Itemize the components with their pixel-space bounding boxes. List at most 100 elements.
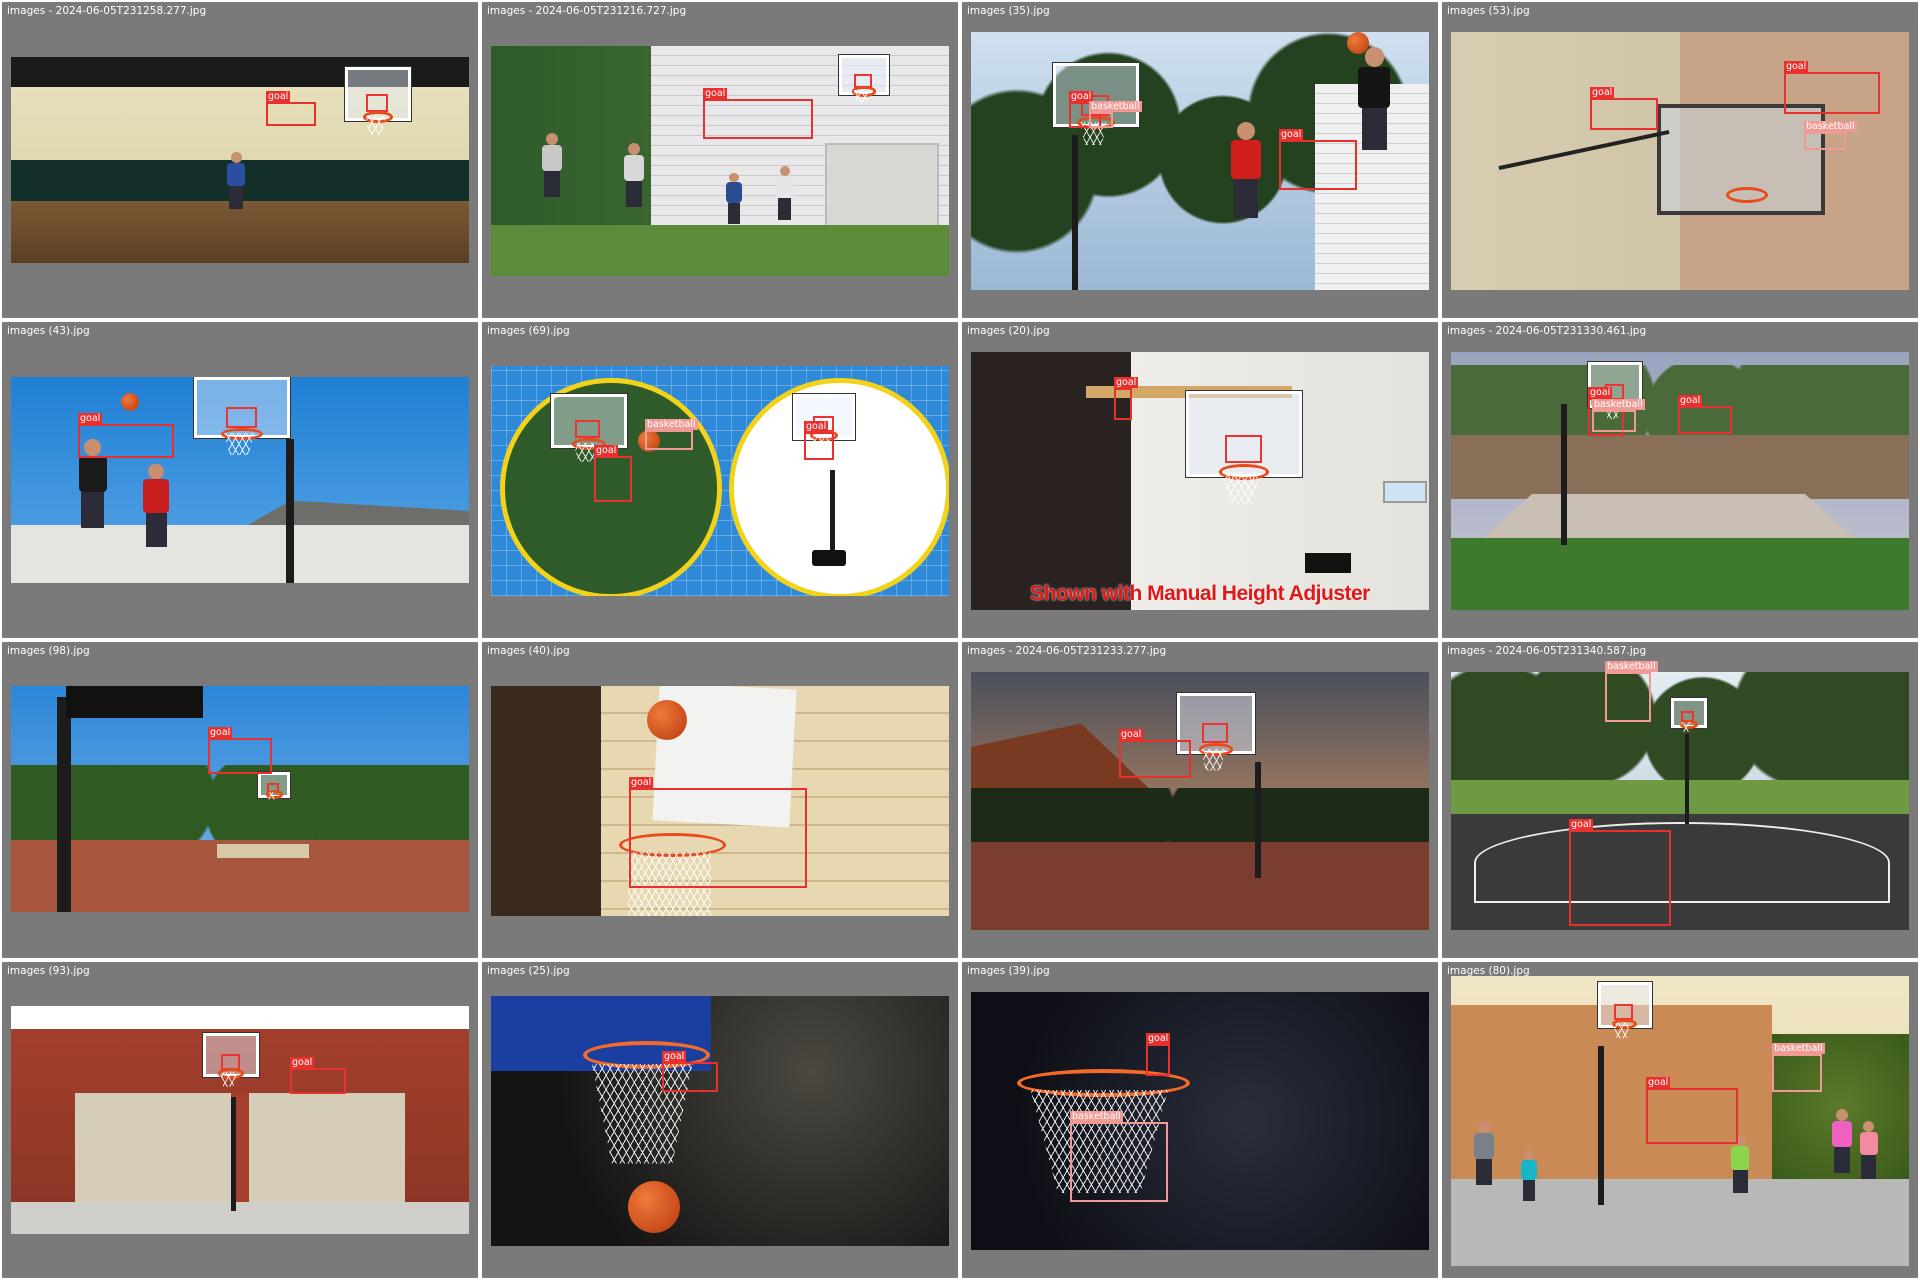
bounding-box-label: basketball [1070,1111,1123,1122]
bounding-box-label: goal [662,1051,687,1062]
photo-wall-mount [1451,32,1909,290]
person-legs-shape [1361,108,1388,150]
image-tile[interactable]: images (20).jpg Shown with Manual Height … [962,322,1438,638]
person-legs-shape [145,512,167,547]
image-filename-label: images (69).jpg [487,325,570,337]
floor-shape [11,201,469,263]
image-tile[interactable]: images (53).jpg goal goal basketball [1442,2,1918,318]
goal-bounding-box: goal [629,777,807,888]
goal-bounding-box: goal [78,413,174,458]
basketball-shape [120,393,139,412]
backboard-square-shape [366,93,389,113]
image-tile[interactable]: images (25).jpg goal [482,962,958,1278]
goal-bounding-box: goal [1646,1077,1738,1144]
bounding-box-label: goal [290,1057,315,1068]
image-tile[interactable]: images (40).jpg goal [482,642,958,958]
person-legs-shape [1733,1169,1748,1194]
person-head-shape [729,172,739,183]
bounding-box-label: goal [629,777,654,788]
basketball-bounding-box: basketball [1089,101,1142,128]
image-tile[interactable]: images - 2024-06-05T231330.461.jpg goal ba… [1442,322,1918,638]
bounding-box-label: goal [1784,61,1809,72]
backboard-top-shape [65,686,204,718]
backboard-square-shape [1614,1003,1633,1020]
net-shape [1200,748,1226,771]
person-legs-shape [727,202,741,224]
bounding-box-label: basketball [1772,1043,1825,1054]
image-tile[interactable]: images - 2024-06-05T231340.587.jpg basket… [1442,642,1918,958]
base-shape [811,550,846,566]
person-shirt-shape [78,455,107,492]
bounding-box-label: basketball [1605,661,1658,672]
image-tile[interactable]: images (80).jpg basketball goal [1442,962,1918,1278]
net-shape [365,116,386,136]
person-shirt-shape [1859,1131,1878,1156]
person-head-shape [230,151,242,163]
lawn-shape [1451,537,1909,610]
image-tile[interactable]: images (98).jpg goal [2,642,478,958]
basketball-bounding-box: basketball [645,419,698,450]
bounding-box-label: basketball [645,419,698,430]
goal-bounding-box: goal [594,445,632,502]
wall-shape [1451,434,1909,500]
net-shape [223,433,255,456]
goal-bounding-box: goal [208,727,272,774]
image-filename-label: images - 2024-06-05T231233.277.jpg [967,645,1167,657]
pole-shape [1254,762,1261,879]
goal-bounding-box: goal [266,91,316,126]
basketball-shape [646,699,687,740]
paint-area-shape [217,844,309,858]
person-head-shape [779,165,790,176]
image-filename-label: images (53).jpg [1447,5,1530,17]
person-legs-shape [777,197,792,220]
person-shirt-shape [1358,66,1391,109]
image-filename-label: images (93).jpg [7,965,90,977]
goal-bounding-box: goal [1569,819,1671,926]
image-tile[interactable]: images - 2024-06-05T231258.277.jpg goal [2,2,478,318]
pole-shape [285,438,294,583]
image-filename-label: images (25).jpg [487,965,570,977]
bounding-box-label: goal [594,445,619,456]
photo-canyon-court [971,672,1429,930]
goal-bounding-box: goal [804,421,834,460]
image-tile[interactable]: images (35).jpg goal basketball goal [962,2,1438,318]
bounding-box-label: goal [78,413,103,424]
basketball-bounding-box: basketball [1605,661,1658,722]
bounding-box-label: basketball [1804,121,1857,132]
bounding-box-label: basketball [1089,101,1142,112]
goal-bounding-box: goal [290,1057,346,1094]
photo-park-court [11,686,469,912]
goal-bounding-box: goal [1678,395,1732,434]
lawn-shape [491,225,949,276]
image-tile[interactable]: images (69).jpg basketball goal goal [482,322,958,638]
three-point-line-shape [1473,821,1891,904]
person-head-shape [1524,1150,1534,1160]
person-legs-shape [1476,1159,1493,1185]
person-shirt-shape [1831,1121,1852,1148]
person-shirt-shape [1474,1133,1495,1159]
photo-garage-house [11,1006,469,1234]
image-tile[interactable]: images (93).jpg goal [2,962,478,1278]
garage-door-shape [825,142,940,239]
goal-bounding-box: goal [1279,129,1357,190]
person-legs-shape [1233,179,1258,219]
person-shirt-shape [1230,140,1261,180]
person-shirt-shape [1731,1146,1750,1170]
image-tile[interactable]: images (43).jpg goal [2,322,478,638]
photo-sky-dunk [11,377,469,583]
person-shirt-shape [1521,1159,1538,1181]
basketball-bounding-box: basketball [1070,1111,1168,1202]
goal-bounding-box: goal [703,88,813,139]
image-tile[interactable]: images - 2024-06-05T231216.727.jpg goal [482,2,958,318]
fence-shape [11,525,469,583]
person-legs-shape [543,171,560,198]
image-tile[interactable]: images - 2024-06-05T231233.277.jpg goal [962,642,1438,958]
image-tile[interactable]: images (39).jpg goal basketball [962,962,1438,1278]
person-legs-shape [1522,1180,1536,1202]
person-shirt-shape [624,154,645,181]
net-shape [1222,472,1260,505]
person-shirt-shape [227,162,246,186]
person-legs-shape [626,180,643,207]
image-filename-label: images (43).jpg [7,325,90,337]
photo-outdoor-court [1451,672,1909,930]
